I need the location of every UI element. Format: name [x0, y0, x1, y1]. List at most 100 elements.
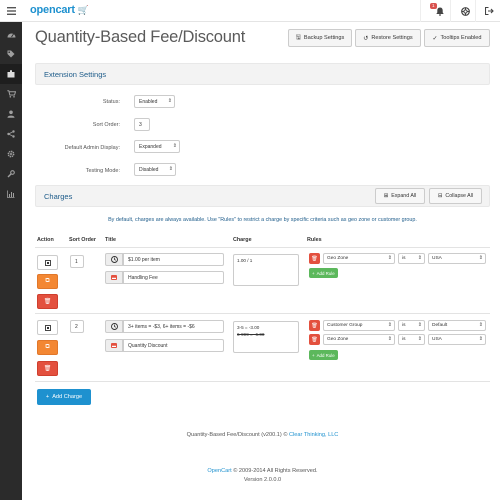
charge-title-input[interactable]: 3+ items = -$3, 6+ items = -$6	[123, 320, 224, 333]
select-arrows-icon: ⇕	[387, 322, 392, 328]
rule-operator-select[interactable]: is ⇕	[398, 334, 425, 345]
rule-type-select[interactable]: Geo Zone ⇕	[323, 334, 395, 345]
row-divider	[35, 381, 490, 382]
plus-icon: +	[312, 352, 315, 358]
sort-order-input[interactable]: 3	[134, 118, 150, 131]
expand-row-button[interactable]	[37, 255, 58, 270]
plus-icon: +	[312, 270, 315, 276]
testing-mode-label: Testing Mode:	[85, 168, 120, 174]
rule-operator-select[interactable]: is ⇕	[398, 253, 425, 264]
page-footer: OpenCart © 2009-2014 All Rights Reserved…	[35, 467, 490, 485]
delete-rule-button[interactable]: 🗑	[309, 253, 320, 264]
extension-settings-heading: Extension Settings	[35, 63, 490, 85]
col-action: Action	[37, 237, 54, 243]
select-arrows-icon: ⇕	[387, 255, 392, 261]
trash-icon: 🗑	[311, 255, 318, 262]
select-arrows-icon: ⇕	[417, 336, 422, 342]
admin-display-select[interactable]: Expanded ⇕	[134, 140, 180, 153]
testing-mode-select[interactable]: Disabled ⇕	[134, 163, 176, 176]
collapse-icon: ⊟	[437, 193, 443, 199]
charges-title: Charges	[44, 192, 73, 201]
life-ring-icon[interactable]	[457, 4, 473, 18]
plus-icon: +	[45, 394, 50, 400]
collapse-all-button[interactable]: ⊟ Collapse All	[429, 188, 482, 204]
delete-rule-button[interactable]: 🗑	[309, 320, 320, 331]
notification-badge: 1	[430, 3, 437, 9]
extension-credit: Quantity-Based Fee/Discount (v200.1) © C…	[186, 432, 339, 438]
expand-icon: ⊞	[383, 193, 389, 199]
check-icon: ✓	[432, 35, 438, 42]
add-charge-button[interactable]: + Add Charge	[37, 389, 91, 405]
copy-row-button[interactable]: ⧉	[37, 274, 58, 289]
select-arrows-icon: ⇕	[417, 255, 422, 261]
rule-operator-select[interactable]: is ⇕	[398, 320, 425, 331]
tag-icon[interactable]	[0, 44, 22, 64]
trash-icon: 🗑	[43, 366, 52, 372]
flag-icon: ▬	[105, 339, 123, 352]
square-icon	[44, 259, 51, 266]
user-icon[interactable]	[0, 104, 22, 124]
select-arrows-icon: ⇕	[387, 336, 392, 342]
col-sort-order: Sort Order	[69, 237, 96, 243]
clear-thinking-link[interactable]: Clear Thinking, LLC	[289, 432, 338, 438]
rule-type-select[interactable]: Customer Group ⇕	[323, 320, 395, 331]
charge-title-input[interactable]: $1.00 per item	[123, 253, 224, 266]
top-header: opencart 🛒 1	[0, 0, 500, 22]
flag-icon: ▬	[105, 271, 123, 284]
select-arrows-icon: ⇕	[417, 322, 422, 328]
page-title: Quantity-Based Fee/Discount	[35, 28, 246, 46]
rule-value-select[interactable]: USA ⇕	[428, 253, 486, 264]
admin-display-label: Default Admin Display:	[64, 145, 120, 151]
status-label: Status:	[102, 99, 120, 105]
col-rules: Rules	[307, 237, 322, 243]
expand-all-button[interactable]: ⊞ Expand All	[375, 188, 425, 204]
copy-icon: ⧉	[45, 278, 50, 284]
select-arrows-icon: ⇕	[478, 336, 483, 342]
clock-icon	[105, 320, 123, 333]
add-rule-button[interactable]: + Add Rule	[309, 350, 338, 360]
rule-type-select[interactable]: Geo Zone ⇕	[323, 253, 395, 264]
sort-order-field[interactable]: 1	[70, 255, 84, 268]
table-header-divider	[35, 247, 490, 248]
add-rule-button[interactable]: + Add Rule	[309, 268, 338, 278]
opencart-link[interactable]: OpenCart	[207, 468, 231, 474]
row-divider	[35, 313, 490, 314]
puzzle-icon[interactable]	[0, 64, 22, 84]
sidebar	[0, 22, 22, 500]
dashboard-icon[interactable]	[0, 24, 22, 44]
restore-settings-button[interactable]: ↺ Restore Settings	[355, 29, 421, 47]
opencart-logo[interactable]: opencart 🛒	[30, 4, 89, 16]
status-select[interactable]: Enabled ⇕	[134, 95, 175, 108]
select-arrows-icon: ⇕	[168, 166, 173, 172]
undo-icon: ↺	[363, 35, 369, 42]
bar-chart-icon[interactable]	[0, 184, 22, 204]
menu-toggle-icon[interactable]	[0, 0, 22, 22]
delete-rule-button[interactable]: 🗑	[309, 334, 320, 345]
delete-row-button[interactable]: 🗑	[37, 294, 58, 309]
rule-value-select[interactable]: USA ⇕	[428, 334, 486, 345]
save-icon: 🖫	[295, 35, 301, 41]
expand-row-button[interactable]	[37, 320, 58, 335]
wrench-icon[interactable]	[0, 164, 22, 184]
col-title: Title	[105, 237, 116, 243]
charges-help-text: By default, charges are always available…	[108, 217, 417, 223]
select-arrows-icon: ⇕	[172, 143, 177, 149]
square-icon	[44, 324, 51, 331]
total-title-input[interactable]: Handling Fee	[123, 271, 224, 284]
trash-icon: 🗑	[311, 336, 318, 343]
trash-icon: 🗑	[311, 322, 318, 329]
rule-value-select[interactable]: Default ⇕	[428, 320, 486, 331]
total-title-input[interactable]: Quantity Discount	[123, 339, 224, 352]
delete-row-button[interactable]: 🗑	[37, 361, 58, 376]
copy-row-button[interactable]: ⧉	[37, 340, 58, 355]
clock-icon	[105, 253, 123, 266]
backup-settings-button[interactable]: 🖫 Backup Settings	[288, 29, 352, 47]
tooltips-enabled-button[interactable]: ✓ Tooltips Enabled	[424, 29, 490, 47]
col-charge: Charge	[233, 237, 252, 243]
charge-textarea[interactable]: 3-5 = -3.00 6-999 = -6.00	[233, 321, 299, 353]
version-text: Version 2.0.0.0	[243, 477, 282, 483]
select-arrows-icon: ⇕	[167, 98, 172, 104]
charge-textarea[interactable]: 1.00 / 1	[233, 254, 299, 286]
sort-order-field[interactable]: 2	[70, 320, 84, 333]
sign-out-icon[interactable]	[481, 4, 497, 18]
